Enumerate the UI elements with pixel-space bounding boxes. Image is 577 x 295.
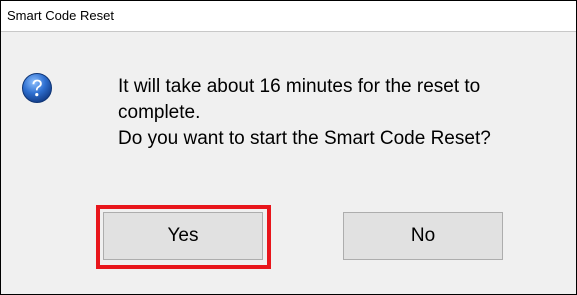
yes-button[interactable]: Yes	[103, 212, 263, 260]
dialog-window: Smart Code Reset It will take about 16 m…	[0, 0, 577, 295]
dialog-message: It will take about 16 minutes for the re…	[118, 74, 558, 152]
window-title: Smart Code Reset	[7, 8, 114, 23]
question-icon	[22, 73, 52, 103]
no-button[interactable]: No	[343, 212, 503, 260]
title-bar[interactable]: Smart Code Reset	[1, 1, 576, 32]
dialog-content: It will take about 16 minutes for the re…	[1, 32, 576, 294]
message-line-1: It will take about 16 minutes for the re…	[118, 76, 481, 123]
message-line-2: Do you want to start the Smart Code Rese…	[118, 128, 491, 149]
